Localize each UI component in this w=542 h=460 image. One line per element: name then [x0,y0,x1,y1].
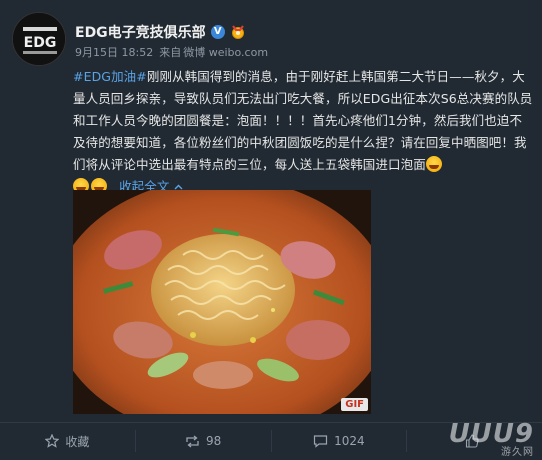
star-icon [45,434,60,448]
repost-count: 98 [205,434,222,448]
favorite-label: 收藏 [65,434,90,449]
post-text: 刚刚从韩国得到的消息，由于刚好赶上韩国第二大节日——秋夕，大量人员回乡探亲，导致… [73,69,533,172]
hashtag-link[interactable]: #EDG加油# [73,69,147,84]
post-source-prefix: 来自 [159,46,182,59]
repost-icon [186,434,199,448]
post-body: #EDG加油#刚刚从韩国得到的消息，由于刚好赶上韩国第二大节日——秋夕，大量人员… [73,66,533,198]
post-source[interactable]: 微博 weibo.com [183,44,268,60]
comment-icon [313,435,328,448]
author-row: EDG电子竞技俱乐部 V [75,22,246,42]
favorite-button[interactable]: 收藏 [0,430,136,452]
post-meta: 9月15日 18:52 来自 微博 weibo.com [75,44,268,60]
svg-text:EDG: EDG [24,35,57,51]
comment-button[interactable]: 1024 [272,430,408,452]
post-date[interactable]: 9月15日 18:52 [75,44,153,60]
comment-count: 1024 [334,434,365,448]
avatar[interactable]: EDG [12,12,66,66]
repost-button[interactable]: 98 [136,430,272,452]
verified-icon[interactable]: V [210,25,225,39]
author-name[interactable]: EDG电子竞技俱乐部 [75,22,206,42]
post-image[interactable]: GIF [73,190,371,414]
site-watermark: UUU9 游久网 [449,419,534,458]
ramen-photo [73,190,371,414]
weibo-post-card: EDG EDG电子竞技俱乐部 V 9月15日 18:52 来自 微博 weibo… [0,0,542,460]
laugh-emoji-icon [425,156,442,172]
gif-badge: GIF [341,398,368,411]
medal-icon[interactable] [230,25,246,39]
edg-logo-icon: EDG [13,13,65,65]
